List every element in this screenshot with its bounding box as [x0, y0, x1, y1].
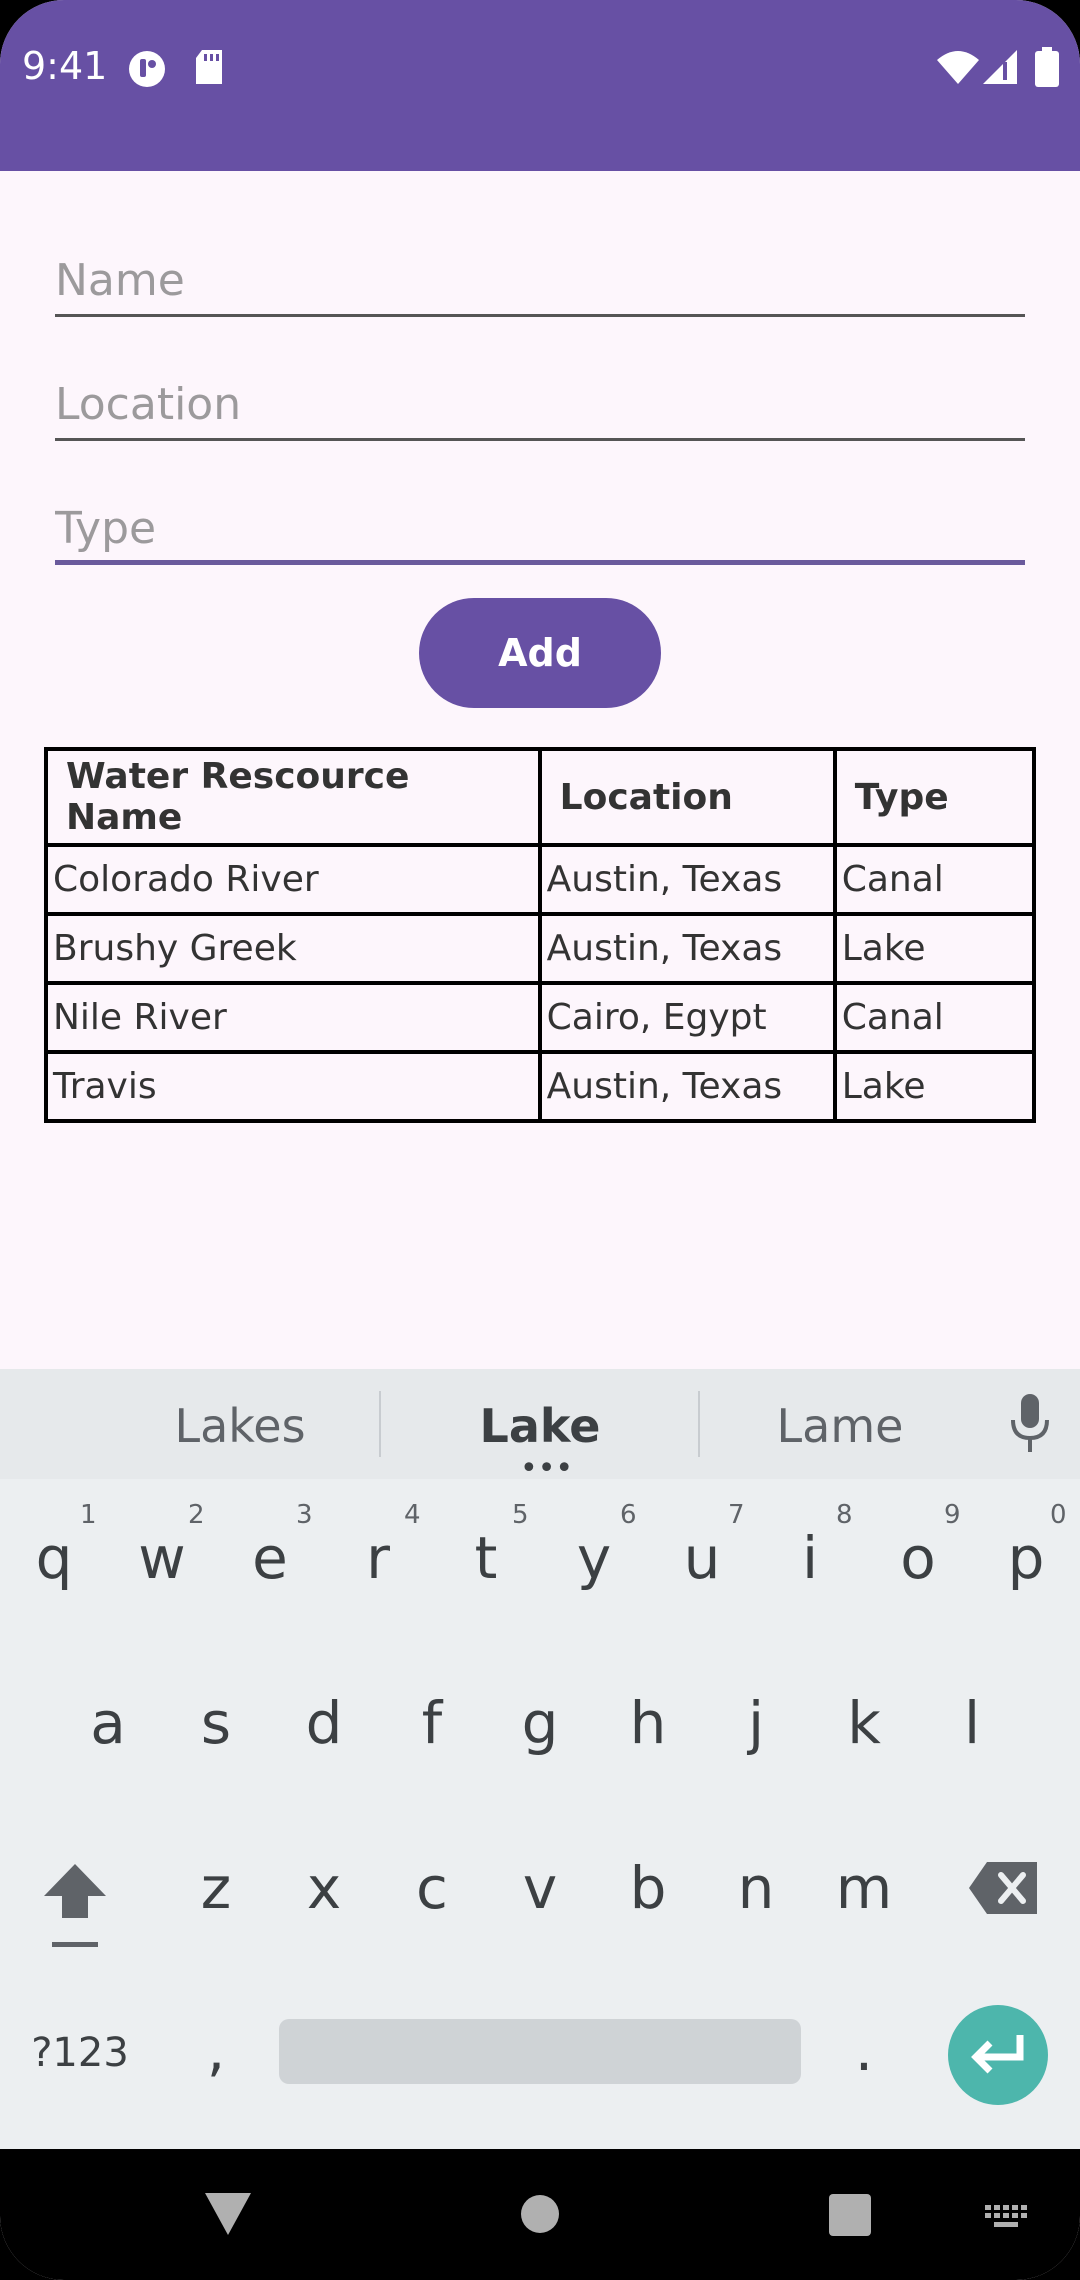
key-hint-7: 7	[728, 1500, 745, 1530]
suggestion-strip: Lakes Lake ••• Lame	[0, 1369, 1080, 1486]
cell-name: Colorado River	[44, 843, 542, 916]
table-header-row: Water Rescource Name Location Type	[44, 747, 1037, 847]
cell-location: Austin, Texas	[537, 912, 837, 985]
sd-card-icon	[196, 50, 222, 84]
name-underline	[55, 314, 1025, 317]
key-w[interactable]: w	[117, 1524, 207, 1592]
key-s[interactable]: s	[171, 1689, 261, 1757]
suggestion-1[interactable]: Lakes	[140, 1399, 340, 1453]
key-a[interactable]: a	[63, 1689, 153, 1757]
microphone-icon[interactable]	[1008, 1394, 1052, 1454]
key-r[interactable]: r	[333, 1524, 423, 1592]
cell-type: Canal	[832, 843, 1037, 916]
key-m[interactable]: m	[819, 1854, 909, 1922]
comma-key[interactable]: ,	[171, 2016, 261, 2084]
key-hint-1: 1	[80, 1500, 97, 1530]
table-row: Brushy Greek Austin, Texas Lake	[44, 912, 1037, 985]
key-hint-4: 4	[404, 1500, 421, 1530]
header-name: Water Rescource Name	[44, 747, 542, 847]
battery-icon	[1035, 47, 1059, 87]
key-c[interactable]: c	[387, 1854, 477, 1922]
key-g[interactable]: g	[495, 1689, 585, 1757]
cellular-signal-icon	[983, 50, 1017, 84]
location-field[interactable]	[55, 351, 1025, 441]
type-underline	[55, 560, 1025, 565]
cell-type: Canal	[832, 981, 1037, 1054]
key-x[interactable]: x	[279, 1854, 369, 1922]
key-hint-9: 9	[944, 1500, 961, 1530]
key-hint-0: 0	[1050, 1500, 1067, 1530]
enter-key[interactable]	[948, 2005, 1048, 2105]
key-h[interactable]: h	[603, 1689, 693, 1757]
status-time: 9:41	[22, 44, 108, 88]
table-row: Nile River Cairo, Egypt Canal	[44, 981, 1037, 1054]
suggestion-2[interactable]: Lake	[440, 1399, 640, 1453]
key-b[interactable]: b	[603, 1854, 693, 1922]
cell-location: Cairo, Egypt	[537, 981, 837, 1054]
key-e[interactable]: e	[225, 1524, 315, 1592]
shift-icon[interactable]	[42, 1862, 108, 1948]
key-v[interactable]: v	[495, 1854, 585, 1922]
location-input[interactable]	[55, 351, 1025, 441]
key-hint-8: 8	[836, 1500, 853, 1530]
wifi-icon	[937, 51, 979, 84]
name-field[interactable]	[55, 227, 1025, 317]
enter-icon	[971, 2035, 1024, 2074]
key-l[interactable]: l	[927, 1689, 1017, 1757]
more-suggestions-icon[interactable]: •••	[520, 1451, 573, 1486]
back-icon[interactable]	[205, 2193, 251, 2235]
key-z[interactable]: z	[171, 1854, 261, 1922]
cell-name: Travis	[44, 1050, 542, 1123]
cell-location: Austin, Texas	[537, 1050, 837, 1123]
key-hint-6: 6	[620, 1500, 637, 1530]
header-type: Type	[832, 747, 1037, 847]
suggestion-divider	[698, 1391, 700, 1457]
app-bar: 9:41	[0, 0, 1080, 171]
cell-name: Nile River	[44, 981, 542, 1054]
suggestion-3[interactable]: Lame	[740, 1399, 940, 1453]
key-o[interactable]: o	[873, 1524, 963, 1592]
suggestion-divider	[379, 1391, 381, 1457]
water-resource-table: Water Rescource Name Location Type Color…	[44, 747, 1037, 1123]
cell-type: Lake	[832, 1050, 1037, 1123]
key-hint-3: 3	[296, 1500, 313, 1530]
key-f[interactable]: f	[387, 1689, 477, 1757]
navigation-bar	[0, 2149, 1080, 2280]
key-k[interactable]: k	[819, 1689, 909, 1757]
type-field[interactable]	[55, 475, 1025, 565]
key-i[interactable]: i	[765, 1524, 855, 1592]
space-key[interactable]	[279, 2019, 801, 2084]
location-underline	[55, 438, 1025, 441]
keyboard-switch-icon[interactable]	[985, 2205, 1029, 2231]
key-p[interactable]: p	[981, 1524, 1071, 1592]
cell-location: Austin, Texas	[537, 843, 837, 916]
home-icon[interactable]	[520, 2194, 560, 2234]
add-button[interactable]: Add	[419, 598, 661, 708]
symbols-key[interactable]: ?123	[20, 2030, 140, 2076]
cell-type: Lake	[832, 912, 1037, 985]
key-n[interactable]: n	[711, 1854, 801, 1922]
key-u[interactable]: u	[657, 1524, 747, 1592]
key-j[interactable]: j	[711, 1689, 801, 1757]
key-hint-5: 5	[512, 1500, 529, 1530]
key-q[interactable]: q	[9, 1524, 99, 1592]
key-d[interactable]: d	[279, 1689, 369, 1757]
key-y[interactable]: y	[549, 1524, 639, 1592]
key-t[interactable]: t	[441, 1524, 531, 1592]
cell-name: Brushy Greek	[44, 912, 542, 985]
app-notification-icon	[129, 51, 165, 87]
period-key[interactable]: .	[819, 2016, 909, 2084]
key-hint-2: 2	[188, 1500, 205, 1530]
table-row: Travis Austin, Texas Lake	[44, 1050, 1037, 1123]
screen: 9:41 Add	[0, 0, 1080, 2280]
header-location: Location	[537, 747, 837, 847]
table-row: Colorado River Austin, Texas Canal	[44, 843, 1037, 916]
recents-icon[interactable]	[829, 2194, 871, 2236]
name-input[interactable]	[55, 227, 1025, 317]
backspace-icon[interactable]	[969, 1862, 1037, 1914]
type-input[interactable]	[55, 475, 1025, 565]
